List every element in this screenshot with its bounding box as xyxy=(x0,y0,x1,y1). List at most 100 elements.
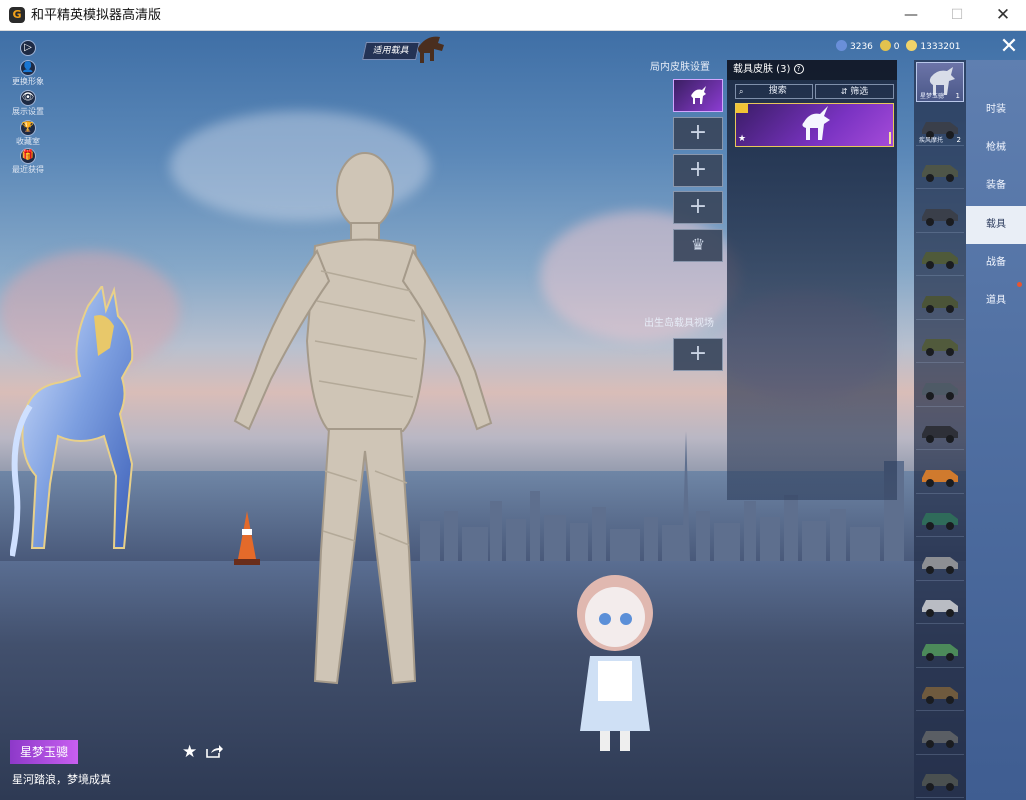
app-logo-icon: G xyxy=(9,7,25,23)
vehicle-item[interactable] xyxy=(916,323,964,363)
vehicle-item[interactable] xyxy=(916,758,964,798)
category-list: 时装 枪械 装备 载具 战备 道具 xyxy=(966,60,1026,800)
window-titlebar: G 和平精英模拟器高清版 — ☐ ✕ xyxy=(0,0,1026,31)
vehicle-item[interactable] xyxy=(916,628,964,668)
display-settings-button[interactable]: 👁 展示设置 xyxy=(8,90,48,117)
vehicle-item[interactable] xyxy=(916,497,964,537)
mummy-character-model xyxy=(233,152,493,685)
share-icon[interactable] xyxy=(205,744,223,758)
gift-icon: 🎁 xyxy=(20,148,36,164)
vehicle-list: 星梦玉骢 1 疾风摩托 2 xyxy=(914,60,966,800)
unicorn-skin-image xyxy=(802,106,830,140)
search-icon: ⌕ xyxy=(739,87,744,96)
vehicle-thumbnail-icon xyxy=(922,556,958,574)
vehicle-skin-panel: 载具皮肤 (3) ? ⌕ 搜索 ⇵ 筛选 ★ xyxy=(727,60,897,500)
favorite-star-icon: ★ xyxy=(738,134,747,144)
bp-coin-icon xyxy=(906,40,918,51)
vehicle-item[interactable] xyxy=(916,193,964,233)
unicorn-icon xyxy=(691,86,706,104)
help-icon[interactable]: ? xyxy=(793,64,804,74)
skin-slot-empty[interactable]: + xyxy=(673,154,723,187)
display-settings-label: 展示设置 xyxy=(12,107,44,116)
category-fashion[interactable]: 时装 xyxy=(966,91,1026,129)
collection-room-button[interactable]: 🏆 收藏室 xyxy=(8,120,48,147)
vehicle-thumbnail-icon xyxy=(922,469,958,487)
vehicle-item[interactable] xyxy=(916,149,964,189)
filter-label: 筛选 xyxy=(850,87,869,97)
spawn-slot-empty[interactable]: + xyxy=(673,338,723,371)
category-combat-prep[interactable]: 战备 xyxy=(966,244,1026,282)
vehicle-item[interactable]: 疾风摩托 2 xyxy=(916,106,964,146)
vehicle-item[interactable]: 星梦玉骢 1 xyxy=(916,62,964,102)
vehicle-thumbnail-icon xyxy=(922,382,958,400)
vehicle-skin-header: 载具皮肤 (3) ? xyxy=(727,60,897,80)
skin-slogan: 星河踏浪，梦境成真 xyxy=(12,773,111,786)
traffic-cone xyxy=(234,511,260,565)
filter-button[interactable]: ⇵ 筛选 xyxy=(815,84,894,99)
category-equipment[interactable]: 装备 xyxy=(966,167,1026,205)
window-title: 和平精英模拟器高清版 xyxy=(31,8,162,23)
vehicle-name: 星梦玉骢 xyxy=(920,93,945,100)
maximize-button[interactable]: ☐ xyxy=(934,0,980,31)
vehicle-thumbnail-icon xyxy=(922,208,958,226)
skin-name-badge: 星梦玉骢 xyxy=(10,740,79,764)
doll-pet-model xyxy=(577,575,653,751)
filter-icon: ⇵ xyxy=(840,87,848,96)
favorite-button[interactable]: ★ xyxy=(182,742,197,762)
change-appearance-button[interactable]: 👤 更换形象 xyxy=(8,60,48,87)
search-label: 搜索 xyxy=(768,86,787,96)
skin-slot-crown[interactable]: ♛ xyxy=(673,229,723,262)
vehicle-thumbnail-icon xyxy=(922,774,958,791)
recently-obtained-button[interactable]: 🎁 最近获得 xyxy=(8,148,48,175)
currency-diamond: 3236 xyxy=(836,40,873,54)
close-wardrobe-button[interactable]: ✕ xyxy=(996,35,1022,61)
window-close-button[interactable]: ✕ xyxy=(980,0,1026,31)
vehicle-item[interactable] xyxy=(916,280,964,320)
vehicle-thumbnail-icon xyxy=(922,295,958,313)
category-items[interactable]: 道具 xyxy=(966,282,1026,320)
horse-thumbnail-icon xyxy=(418,36,444,63)
vehicle-item[interactable] xyxy=(916,367,964,407)
currency-gold-value: 0 xyxy=(893,42,900,52)
vehicle-item[interactable] xyxy=(916,715,964,755)
card-indicator xyxy=(889,132,891,144)
minimize-button[interactable]: — xyxy=(888,0,934,31)
recently-obtained-label: 最近获得 xyxy=(12,165,44,174)
vehicle-skin-title: 载具皮肤 (3) xyxy=(733,64,791,75)
vehicle-item[interactable] xyxy=(916,671,964,711)
vehicle-thumbnail-icon xyxy=(922,252,958,269)
reflective-floor xyxy=(0,561,1026,800)
search-button[interactable]: ⌕ 搜索 xyxy=(735,84,813,99)
vehicle-item[interactable] xyxy=(916,454,964,494)
vehicle-item[interactable] xyxy=(916,410,964,450)
skin-slot-selected[interactable] xyxy=(673,79,723,112)
collection-room-label: 收藏室 xyxy=(16,137,40,146)
trophy-icon: 🏆 xyxy=(20,120,36,136)
vehicle-item[interactable] xyxy=(916,541,964,581)
skin-slot-empty[interactable]: + xyxy=(673,117,723,150)
currency-bar: 3236 0 1333201 xyxy=(836,40,964,54)
new-corner-badge xyxy=(736,104,748,113)
vehicle-item[interactable] xyxy=(916,236,964,276)
vehicle-name: 疾风摩托 xyxy=(919,136,944,144)
category-vehicles[interactable]: 载具 xyxy=(966,206,1026,244)
change-appearance-label: 更换形象 xyxy=(12,77,44,86)
skin-card-selected[interactable]: ★ xyxy=(735,103,894,147)
currency-diamond-value: 3236 xyxy=(850,42,873,52)
vehicle-thumbnail-icon xyxy=(922,426,958,443)
vehicle-thumbnail-icon xyxy=(922,339,958,356)
skin-slot-empty[interactable]: + xyxy=(673,191,723,224)
vehicle-thumbnail-icon xyxy=(922,687,958,704)
spawn-island-vehicle-label: 出生岛载具视场 xyxy=(644,318,714,329)
play-icon-glyph: ▷ xyxy=(20,40,36,56)
vehicle-thumbnail-icon xyxy=(922,730,958,748)
vehicle-thumbnail-icon xyxy=(922,513,958,530)
horse-vehicle-model xyxy=(10,286,134,557)
category-weapons[interactable]: 枪械 xyxy=(966,129,1026,167)
vehicle-item[interactable] xyxy=(916,584,964,624)
vehicle-count: 1 xyxy=(955,92,960,100)
in-game-skin-setting-label: 局内皮肤设置 xyxy=(650,62,710,73)
diamond-coin-icon xyxy=(836,40,847,51)
notification-dot xyxy=(1017,282,1022,287)
play-icon[interactable]: ▷ xyxy=(8,40,48,57)
